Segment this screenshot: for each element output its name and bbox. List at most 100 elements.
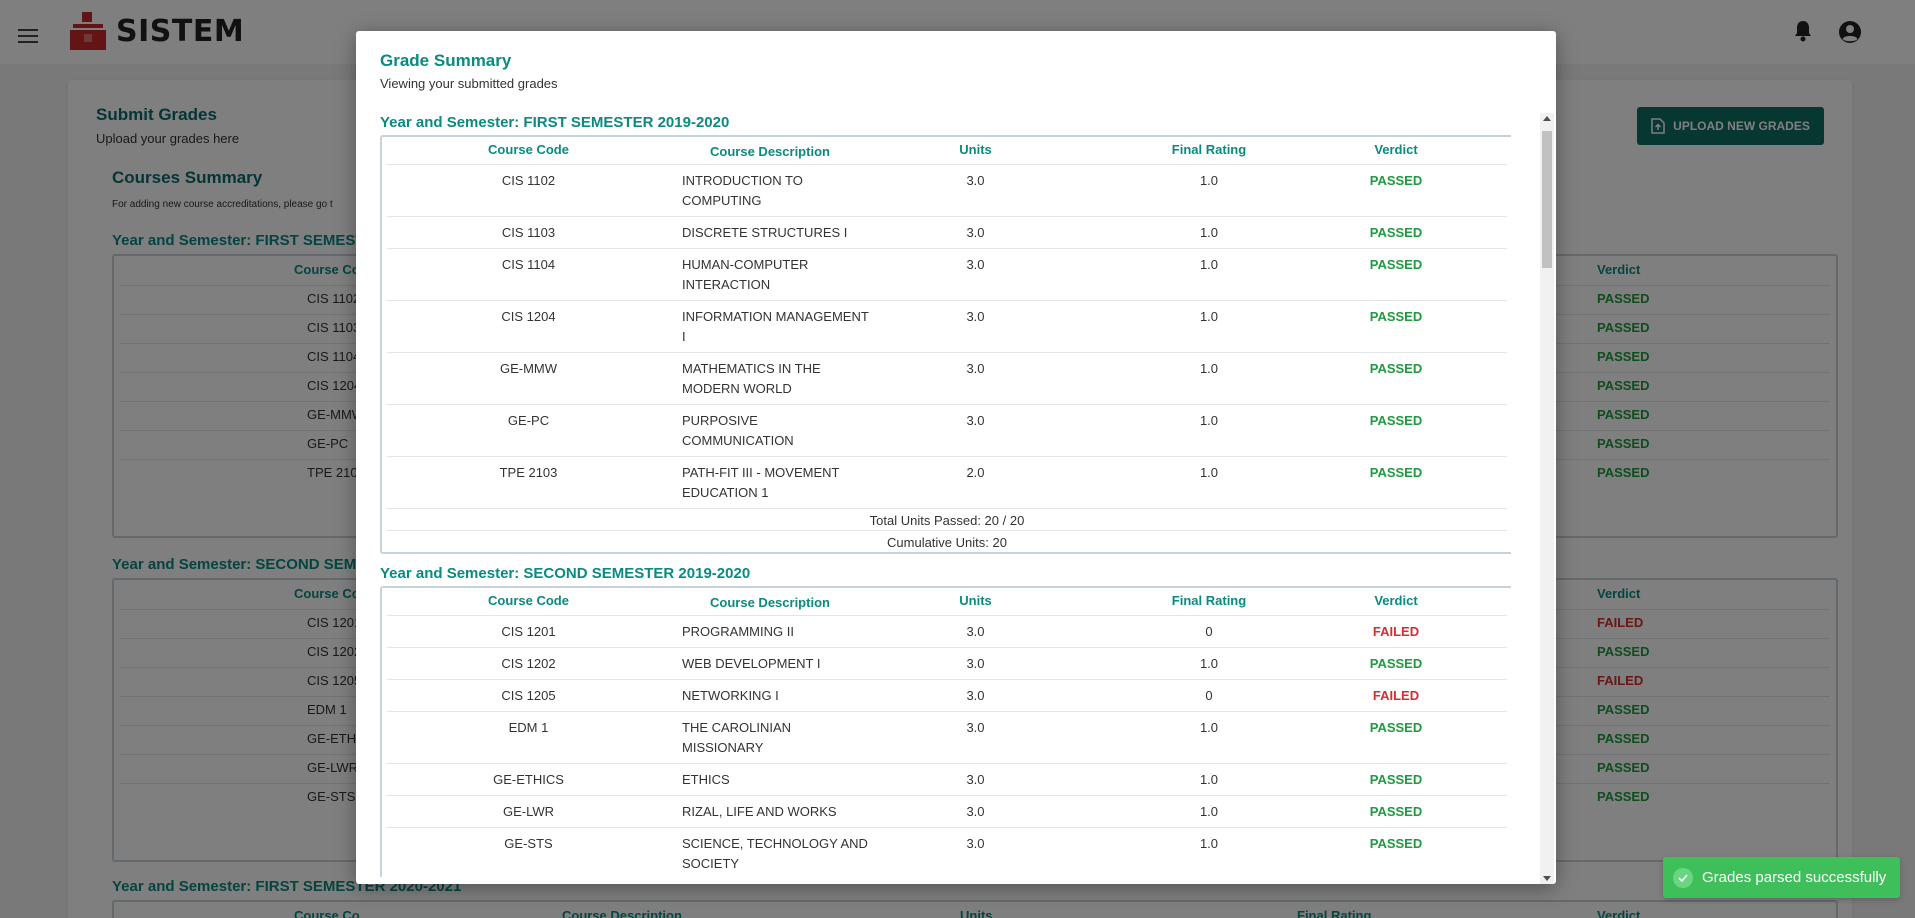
- course-units: 3.0: [966, 361, 985, 376]
- header-course-code: Course Code: [488, 142, 569, 157]
- course-units: 3.0: [966, 257, 985, 272]
- cumulative-units: Cumulative Units: 20: [887, 535, 1007, 550]
- course-units: 3.0: [966, 720, 985, 735]
- verdict-badge: PASSED: [1369, 413, 1423, 428]
- course-description: SCIENCE, TECHNOLOGY AND SOCIETY: [682, 836, 868, 871]
- scroll-thumb[interactable]: [1542, 131, 1552, 268]
- total-units-passed: Total Units Passed: 20 / 20: [387, 509, 1507, 531]
- course-code: EDM 1: [508, 720, 549, 735]
- header-units: Units: [959, 593, 992, 608]
- final-rating: 1.0: [1199, 413, 1219, 428]
- header-course-code: Course Code: [488, 593, 569, 608]
- table-row: GE-MMW MATHEMATICS IN THE MODERN WORLD 3.0…: [387, 353, 1507, 405]
- course-code: GE-ETHICS: [493, 772, 564, 787]
- table-row: GE-LWR RIZAL, LIFE AND WORKS 3.0 1.0 PASSED: [387, 796, 1507, 828]
- table-row: GE-PC PURPOSIVE COMMUNICATION 3.0 1.0 PASSED: [387, 405, 1507, 457]
- course-code: CIS 1202: [501, 656, 556, 671]
- scroll-up-arrow[interactable]: [1543, 116, 1551, 121]
- modal-title: Grade Summary: [380, 51, 512, 70]
- course-units: 3.0: [966, 656, 985, 671]
- table-row: EDM 1 THE CAROLINIAN MISSIONARY 3.0 1.0 PASS…: [387, 712, 1507, 764]
- header-course-description: Course Description: [710, 144, 830, 159]
- table-row: GE-STS SCIENCE, TECHNOLOGY AND SOCIETY 3.0…: [387, 828, 1507, 877]
- modal-scrollbar[interactable]: [1540, 113, 1554, 884]
- final-rating: 1.0: [1199, 804, 1219, 819]
- verdict-badge: PASSED: [1369, 173, 1423, 188]
- course-description: RIZAL, LIFE AND WORKS: [682, 804, 837, 819]
- final-rating: 1.0: [1199, 225, 1219, 240]
- course-code: GE-STS: [504, 836, 553, 851]
- course-description: ETHICS: [682, 772, 730, 787]
- toast-message: Grades parsed successfully: [1702, 869, 1887, 886]
- header-final-rating: Final Rating: [1171, 593, 1247, 608]
- verdict-badge: FAILED: [1372, 624, 1420, 639]
- grade-summary-modal: Grade Summary Viewing your submitted gra…: [356, 31, 1556, 884]
- modal-scroll-area[interactable]: Year and Semester: FIRST SEMESTER 2019-2…: [380, 113, 1511, 877]
- semester-title: Year and Semester: SECOND SEMESTER 2019-…: [380, 565, 751, 582]
- scroll-down-arrow[interactable]: [1543, 876, 1551, 881]
- course-units: 3.0: [966, 413, 985, 428]
- course-code: CIS 1201: [501, 624, 556, 639]
- table-row: CIS 1103 DISCRETE STRUCTURES I 3.0 1.0 PASSE…: [387, 217, 1507, 249]
- course-units: 3.0: [966, 772, 985, 787]
- course-units: 3.0: [966, 688, 985, 703]
- course-units: 3.0: [966, 309, 985, 324]
- header-units: Units: [959, 142, 992, 157]
- semester-block: Year and Semester: SECOND SEMESTER 2019-…: [380, 564, 1511, 877]
- final-rating: 1.0: [1199, 465, 1219, 480]
- table-row: CIS 1201 PROGRAMMING II 3.0 0 FAILED: [387, 616, 1507, 648]
- course-description: PURPOSIVE COMMUNICATION: [682, 413, 794, 448]
- course-units: 2.0: [966, 465, 985, 480]
- verdict-badge: PASSED: [1369, 720, 1423, 735]
- course-description: INTRODUCTION TO COMPUTING: [682, 173, 803, 208]
- grades-table: Course Code Course Description Units Final …: [380, 135, 1511, 554]
- course-units: 3.0: [966, 173, 985, 188]
- table-header-row: Course Code Course Description Units Final …: [387, 588, 1507, 616]
- course-units: 3.0: [966, 624, 985, 639]
- table-row: CIS 1204 INFORMATION MANAGEMENT I 3.0 1.0 PA…: [387, 301, 1507, 353]
- final-rating: 1.0: [1199, 309, 1219, 324]
- modal-subtitle: Viewing your submitted grades: [380, 76, 558, 91]
- header-course-description: Course Description: [710, 595, 830, 610]
- course-description: PROGRAMMING II: [682, 624, 794, 639]
- course-units: 3.0: [966, 804, 985, 819]
- course-code: CIS 1102: [501, 173, 556, 188]
- final-rating: 1.0: [1199, 257, 1219, 272]
- header-verdict: Verdict: [1374, 593, 1418, 608]
- final-rating: 1.0: [1199, 772, 1219, 787]
- course-description: HUMAN-COMPUTER INTERACTION: [682, 257, 809, 292]
- course-code: CIS 1205: [501, 688, 556, 703]
- course-description: WEB DEVELOPMENT I: [682, 656, 821, 671]
- verdict-badge: PASSED: [1369, 309, 1423, 324]
- course-description: DISCRETE STRUCTURES I: [682, 225, 848, 240]
- table-row: CIS 1205 NETWORKING I 3.0 0 FAILED: [387, 680, 1507, 712]
- verdict-badge: FAILED: [1372, 688, 1420, 703]
- final-rating: 1.0: [1199, 173, 1219, 188]
- course-description: MATHEMATICS IN THE MODERN WORLD: [682, 361, 821, 396]
- course-description: PATH-FIT III - MOVEMENT EDUCATION 1: [682, 465, 840, 500]
- final-rating: 1.0: [1199, 836, 1219, 851]
- check-icon: [1673, 867, 1693, 888]
- course-code: TPE 2103: [499, 465, 558, 480]
- final-rating: 1.0: [1199, 361, 1219, 376]
- table-row: CIS 1102 INTRODUCTION TO COMPUTING 3.0 1.0 P…: [387, 165, 1507, 217]
- table-row: CIS 1202 WEB DEVELOPMENT I 3.0 1.0 PASSED: [387, 648, 1507, 680]
- header-final-rating: Final Rating: [1171, 142, 1247, 157]
- semester-title: Year and Semester: FIRST SEMESTER 2019-2…: [380, 114, 730, 131]
- success-toast[interactable]: Grades parsed successfully: [1663, 857, 1900, 898]
- course-code: GE-PC: [507, 413, 550, 428]
- verdict-badge: PASSED: [1369, 465, 1423, 480]
- course-units: 3.0: [966, 836, 985, 851]
- final-rating: 1.0: [1199, 656, 1219, 671]
- course-code: GE-LWR: [502, 804, 555, 819]
- header-verdict: Verdict: [1374, 142, 1418, 157]
- verdict-badge: PASSED: [1369, 257, 1423, 272]
- table-header-row: Course Code Course Description Units Final …: [387, 137, 1507, 165]
- course-code: CIS 1104: [501, 257, 556, 272]
- verdict-badge: PASSED: [1369, 804, 1423, 819]
- course-code: GE-MMW: [499, 361, 558, 376]
- final-rating: 1.0: [1199, 720, 1219, 735]
- course-code: CIS 1103: [501, 225, 556, 240]
- course-description: INFORMATION MANAGEMENT I: [682, 309, 869, 344]
- semester-block: Year and Semester: FIRST SEMESTER 2019-2…: [380, 113, 1511, 554]
